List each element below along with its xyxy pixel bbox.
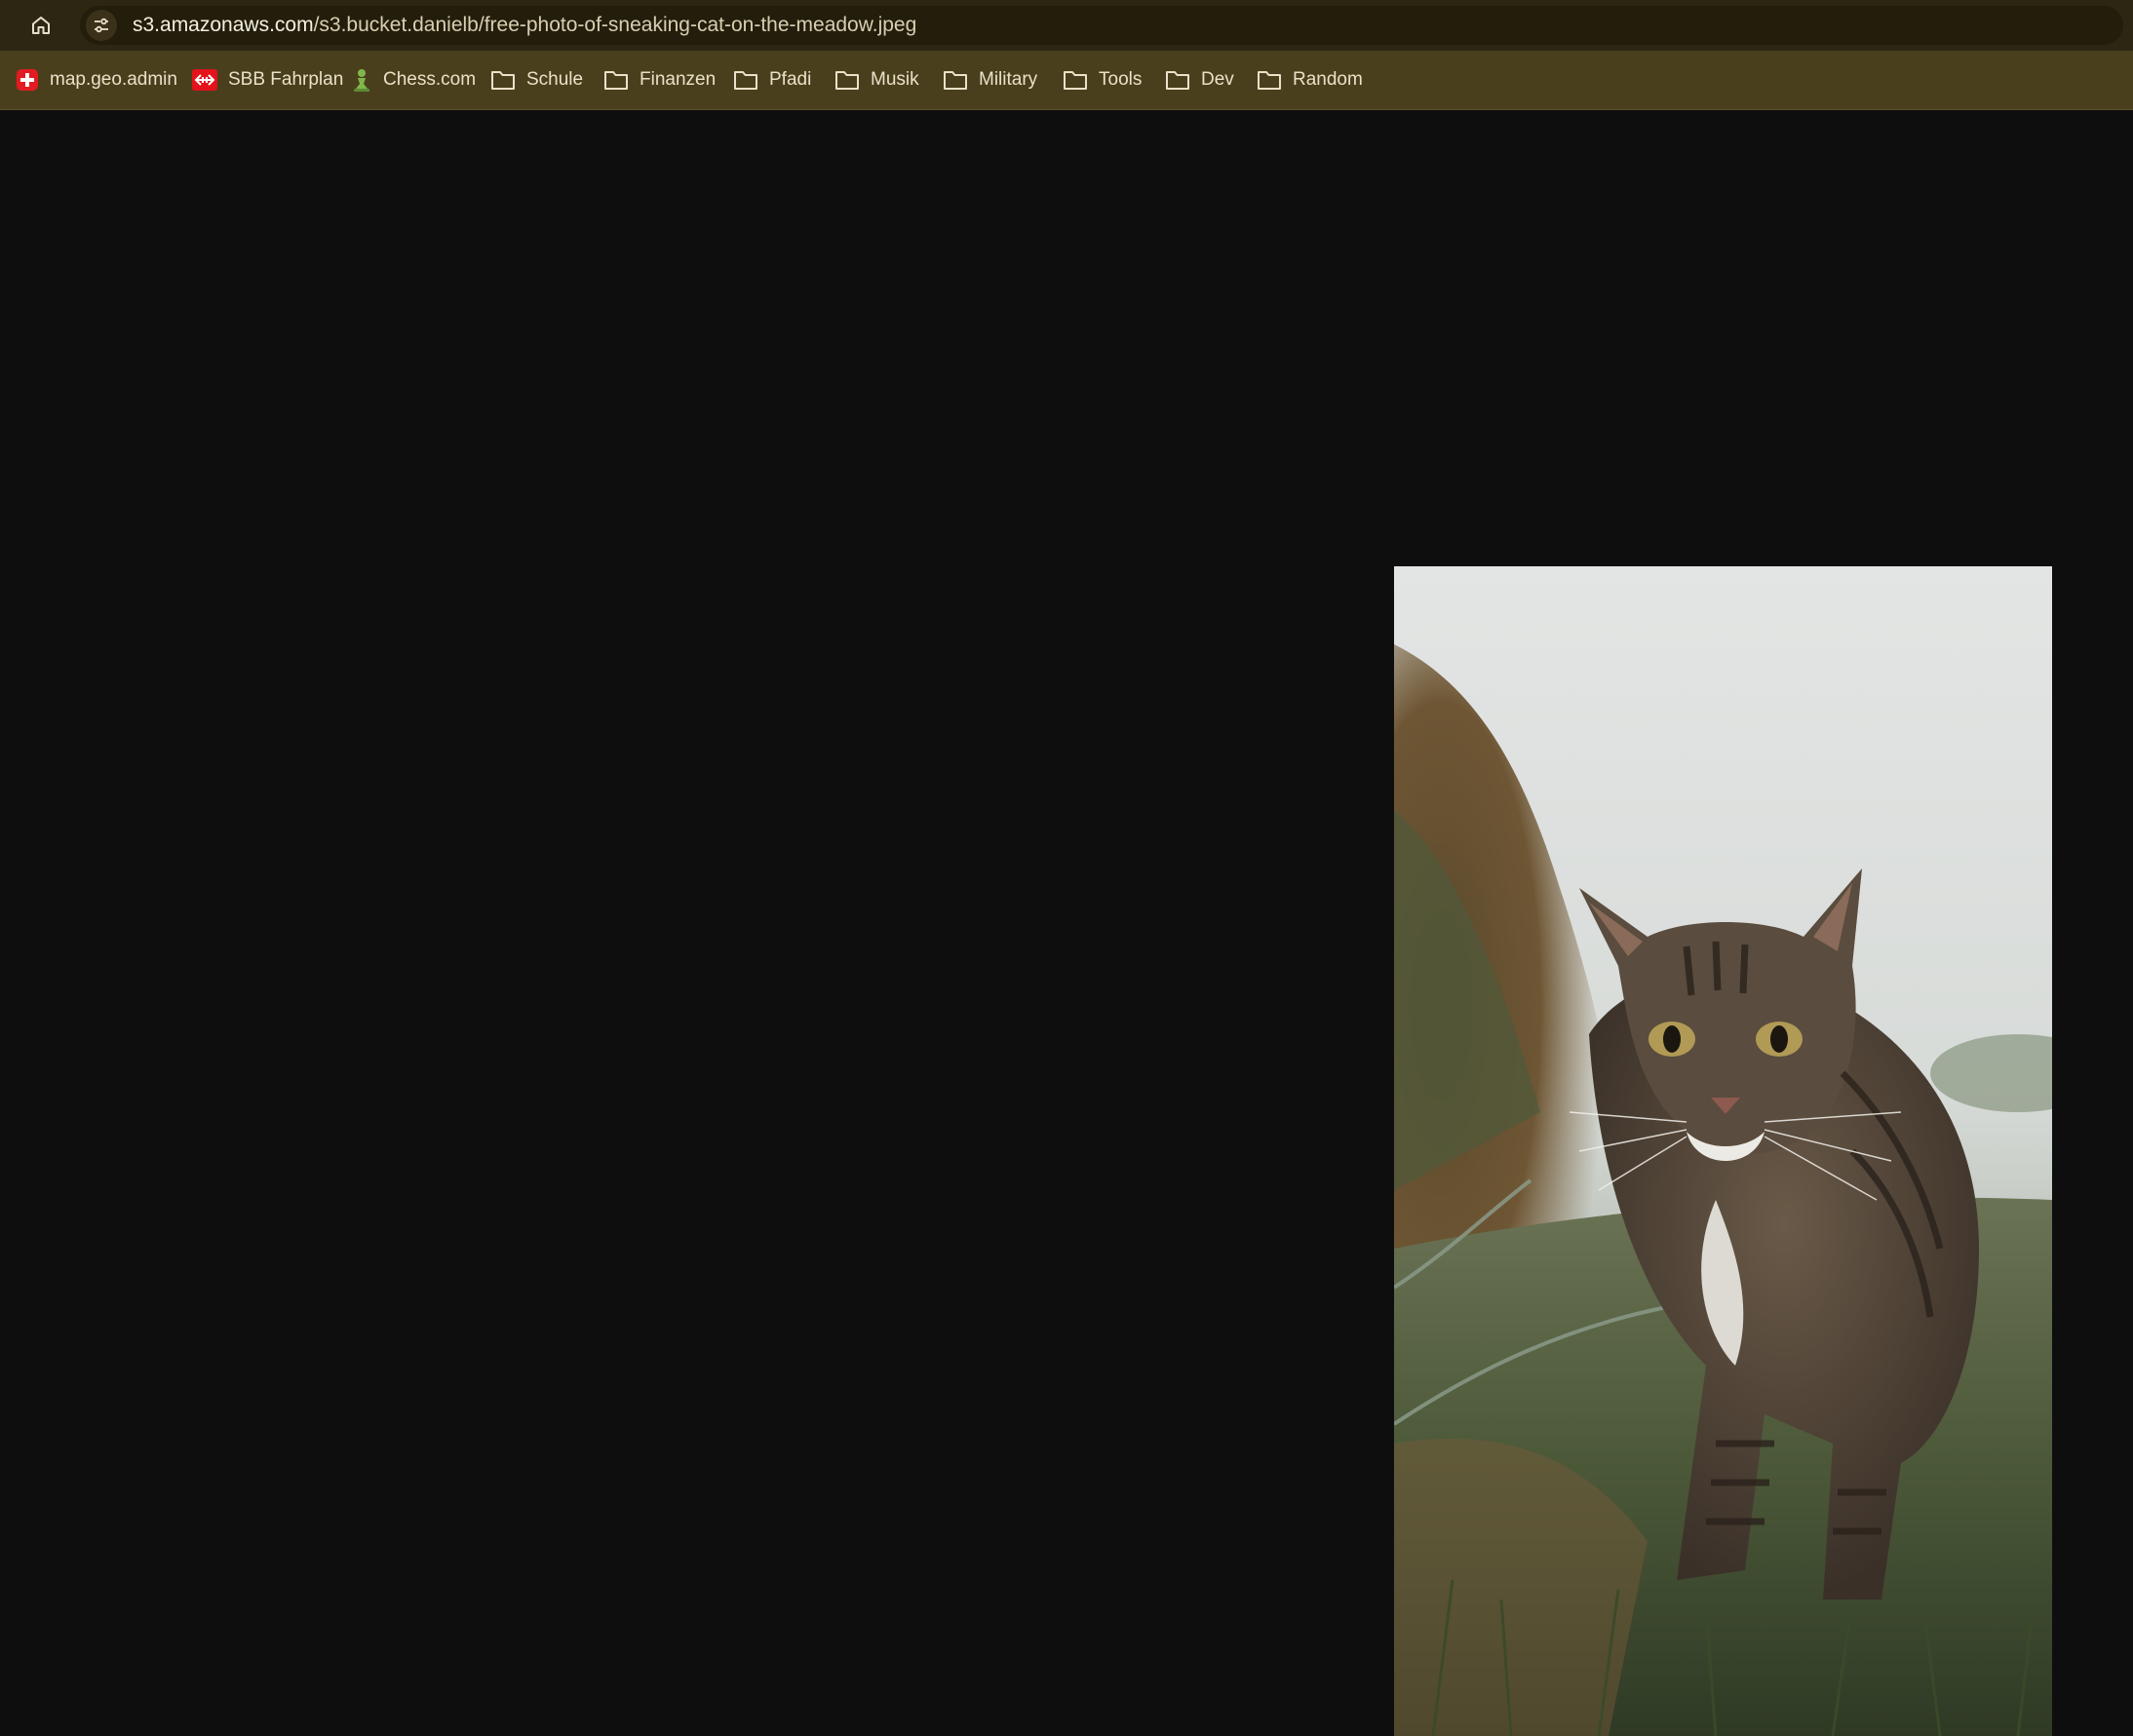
bookmark-folder-finanzen[interactable]: Finanzen — [603, 51, 716, 109]
bookmark-folder-musik[interactable]: Musik — [834, 51, 919, 109]
address-bar[interactable]: s3.amazonaws.com/s3.bucket.danielb/free-… — [80, 6, 2123, 45]
bookmark-folder-tools[interactable]: Tools — [1063, 51, 1142, 109]
bookmark-label: Schule — [526, 69, 584, 90]
url-text[interactable]: s3.amazonaws.com/s3.bucket.danielb/free-… — [133, 6, 916, 45]
bookmark-label: Chess.com — [383, 69, 477, 90]
bookmark-label: Finanzen — [640, 69, 717, 90]
bookmark-label: Musik — [871, 69, 919, 90]
bookmark-label: Dev — [1201, 69, 1234, 90]
bookmark-label: Random — [1293, 69, 1363, 90]
bookmark-map-geo-admin[interactable]: map.geo.admin — [16, 51, 177, 109]
bookmark-label: map.geo.admin — [50, 69, 177, 90]
bookmark-folder-military[interactable]: Military — [943, 51, 1037, 109]
swiss-flag-icon — [17, 69, 38, 91]
url-path: /s3.bucket.danielb/free-photo-of-sneakin… — [313, 14, 917, 36]
folder-icon — [944, 71, 967, 90]
bookmark-sbb-fahrplan[interactable]: SBB Fahrplan — [192, 51, 343, 109]
site-info-button[interactable] — [86, 10, 117, 41]
sbb-logo-icon — [192, 69, 217, 91]
folder-icon — [734, 71, 757, 90]
bookmark-folder-random[interactable]: Random — [1257, 51, 1363, 109]
bookmark-label: Military — [979, 69, 1038, 90]
bookmark-folder-dev[interactable]: Dev — [1165, 51, 1234, 109]
home-icon — [32, 17, 50, 34]
bookmark-folder-pfadi[interactable]: Pfadi — [733, 51, 811, 109]
bookmark-label: Tools — [1099, 69, 1143, 90]
home-button[interactable] — [23, 8, 58, 43]
bookmark-chess-com[interactable]: Chess.com — [351, 51, 476, 109]
tune-icon — [95, 18, 108, 33]
folder-icon — [1258, 71, 1281, 90]
chess-pawn-icon — [354, 69, 369, 92]
folder-icon — [1166, 71, 1189, 90]
browser-toolbar: s3.amazonaws.com/s3.bucket.danielb/free-… — [0, 0, 2133, 51]
image-viewer — [0, 110, 2133, 1736]
folder-icon — [491, 71, 515, 90]
cat-photo[interactable] — [1394, 566, 2052, 1736]
folder-icon — [835, 71, 859, 90]
folder-icon — [604, 71, 628, 90]
bookmark-label: Pfadi — [769, 69, 812, 90]
cat-photo-illustration — [1394, 566, 2052, 1736]
folder-icon — [1064, 71, 1087, 90]
url-host: s3.amazonaws.com — [133, 14, 314, 36]
bookmark-folder-schule[interactable]: Schule — [490, 51, 583, 109]
bookmarks-bar: map.geo.admin SBB Fahrplan Chess.com Sch… — [0, 51, 2133, 110]
bookmark-label: SBB Fahrplan — [228, 69, 344, 90]
